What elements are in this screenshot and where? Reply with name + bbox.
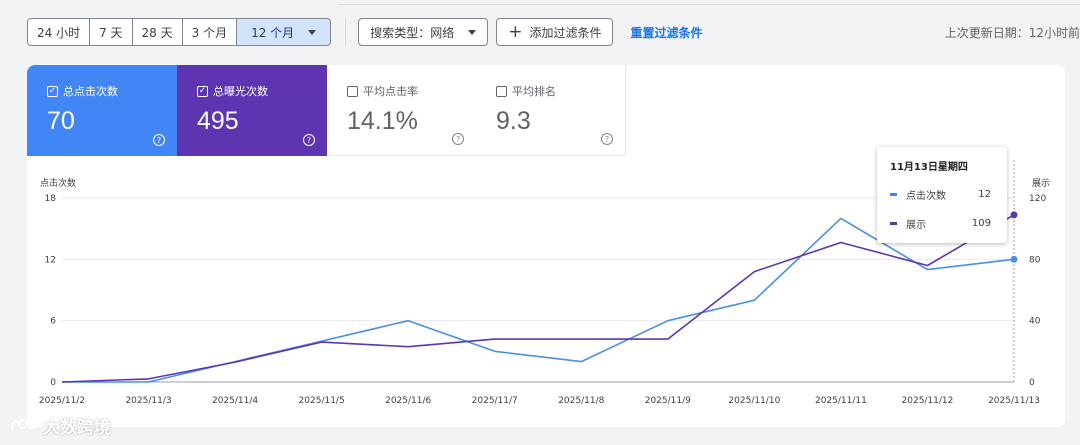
range-7d-button[interactable]: 7 天: [90, 19, 133, 45]
tooltip-series-value: 109: [971, 218, 991, 229]
x-tick-label: 2025/11/10: [728, 396, 780, 406]
series-swatch: [890, 193, 897, 196]
range-12m-dropdown[interactable]: 12 个月: [237, 19, 331, 45]
y-tick-label-right: 80: [1029, 255, 1041, 265]
filter-toolbar: 24 小时 7 天 28 天 3 个月 12 个月 搜索类型：网络 + 添加过滤…: [27, 18, 702, 46]
plus-icon: +: [508, 21, 523, 42]
performance-card: ✓ 总点击次数 70 ? ✓ 总曝光次数 495 ? 平均点击率 14.1% ?…: [27, 65, 1065, 427]
tooltip-series-value: 12: [978, 189, 991, 200]
add-filter-button[interactable]: + 添加过滤条件: [496, 18, 614, 46]
toolbar-divider: [345, 18, 347, 46]
x-tick-label: 2025/11/3: [125, 396, 171, 406]
x-tick-label: 2025/11/7: [472, 396, 518, 406]
search-type-dropdown[interactable]: 搜索类型：网络: [358, 18, 489, 46]
watermark: 大数跨境: [10, 413, 111, 438]
range-24h-button[interactable]: 24 小时: [28, 19, 91, 45]
x-tick-label: 2025/11/11: [815, 396, 867, 406]
y-tick-label-right: 0: [1029, 378, 1035, 388]
watermark-logo-icon: [11, 419, 37, 432]
y-tick-label-left: 12: [45, 255, 56, 265]
y-tick-label-left: 6: [50, 317, 56, 327]
y-tick-label-left: 18: [45, 194, 57, 204]
search-type-label: 搜索类型：网络: [370, 25, 455, 40]
x-tick-label: 2025/11/9: [645, 396, 691, 406]
chart-tooltip: 11月13日星期四 点击次数 12 展示 109: [877, 147, 1007, 243]
y-tick-label-right: 40: [1029, 317, 1041, 327]
tooltip-row-clicks: 点击次数 12: [890, 187, 994, 202]
x-tick-label: 2025/11/13: [988, 396, 1040, 406]
range-12m-label: 12 个月: [251, 25, 295, 40]
range-28d-button[interactable]: 28 天: [132, 19, 183, 45]
series-swatch: [890, 222, 897, 225]
reset-filter-link[interactable]: 重置过滤条件: [630, 24, 702, 41]
y-tick-label-right: 120: [1029, 194, 1046, 204]
x-tick-label: 2025/11/4: [212, 396, 258, 406]
x-tick-label: 2025/11/8: [558, 396, 604, 406]
y-tick-label-left: 0: [50, 378, 56, 388]
date-range-selector: 24 小时 7 天 28 天 3 个月 12 个月: [27, 18, 332, 46]
x-tick-label: 2025/11/5: [299, 396, 345, 406]
caret-down-icon: [468, 29, 477, 35]
data-point: [1010, 211, 1018, 219]
performance-line-chart: 06121804080120点击次数 展示2025/11/2 2025/11/3 20…: [39, 160, 1050, 406]
y-axis-title-right: 展示: [1032, 178, 1050, 189]
y-axis-title-left: 点击次数: [40, 177, 76, 189]
series-line: [62, 217, 1015, 383]
add-filter-label: 添加过滤条件: [529, 25, 602, 40]
caret-down-icon: [308, 29, 317, 35]
x-tick-label: 2025/11/2: [39, 396, 85, 406]
data-point: [1010, 255, 1018, 263]
top-divider: [338, 0, 1080, 5]
range-3m-button[interactable]: 3 个月: [182, 19, 238, 45]
tooltip-row-impressions: 展示 109: [890, 216, 994, 231]
watermark-text: 大数跨境: [43, 418, 111, 438]
x-tick-label: 2025/11/6: [385, 396, 431, 406]
x-tick-label: 2025/11/12: [902, 396, 954, 406]
last-updated-text: 上次更新日期：12小时前: [944, 26, 1080, 40]
tooltip-series-name: 展示: [906, 220, 926, 231]
tooltip-date: 11月13日星期四: [890, 162, 968, 173]
tooltip-series-name: 点击次数: [906, 191, 946, 202]
